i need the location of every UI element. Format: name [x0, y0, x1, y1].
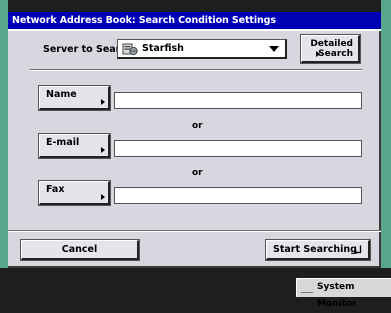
- email-button[interactable]: E-mail: [38, 133, 111, 159]
- or-separator: or: [192, 121, 203, 131]
- server-icon: [122, 43, 138, 56]
- corner-arrow-icon: [101, 194, 105, 200]
- server-select[interactable]: Starfish: [117, 39, 287, 59]
- name-button[interactable]: Name: [38, 85, 111, 111]
- system-monitor-button[interactable]: System Monitor: [296, 278, 391, 309]
- server-select-value: Starfish: [142, 43, 184, 54]
- background-strip-left: [0, 0, 8, 268]
- detailed-search-label-line1: Detailed: [310, 39, 353, 49]
- fax-input[interactable]: [115, 193, 361, 209]
- or-separator: or: [192, 168, 203, 178]
- email-input[interactable]: [115, 146, 361, 162]
- email-button-label: E-mail: [46, 137, 80, 148]
- dialog-title: Network Address Book: Search Condition S…: [8, 12, 381, 29]
- system-monitor-label: System Monitor: [317, 282, 357, 309]
- section-divider-highlight: [30, 70, 362, 71]
- background-strip-right: [381, 0, 391, 268]
- cancel-button[interactable]: Cancel: [20, 239, 140, 261]
- name-button-label: Name: [46, 89, 77, 100]
- start-searching-button[interactable]: Start Searching: [265, 239, 371, 261]
- title-divider: [8, 29, 381, 31]
- chevron-down-icon: [269, 46, 279, 52]
- monitor-icon: [301, 282, 313, 293]
- fax-button-label: Fax: [46, 184, 65, 195]
- start-searching-label: Start Searching: [273, 244, 357, 255]
- cancel-button-label: Cancel: [61, 244, 98, 255]
- footer-divider-highlight: [8, 231, 381, 232]
- corner-arrow-icon: [101, 147, 105, 153]
- corner-arrow-icon: [316, 51, 320, 57]
- enter-icon: [354, 245, 362, 254]
- detailed-search-button[interactable]: Detailed Search: [300, 34, 361, 64]
- corner-arrow-icon: [101, 99, 105, 105]
- fax-field[interactable]: [114, 187, 362, 209]
- name-field[interactable]: [114, 92, 362, 114]
- name-input[interactable]: [115, 98, 361, 114]
- fax-button[interactable]: Fax: [38, 180, 111, 206]
- email-field[interactable]: [114, 140, 362, 162]
